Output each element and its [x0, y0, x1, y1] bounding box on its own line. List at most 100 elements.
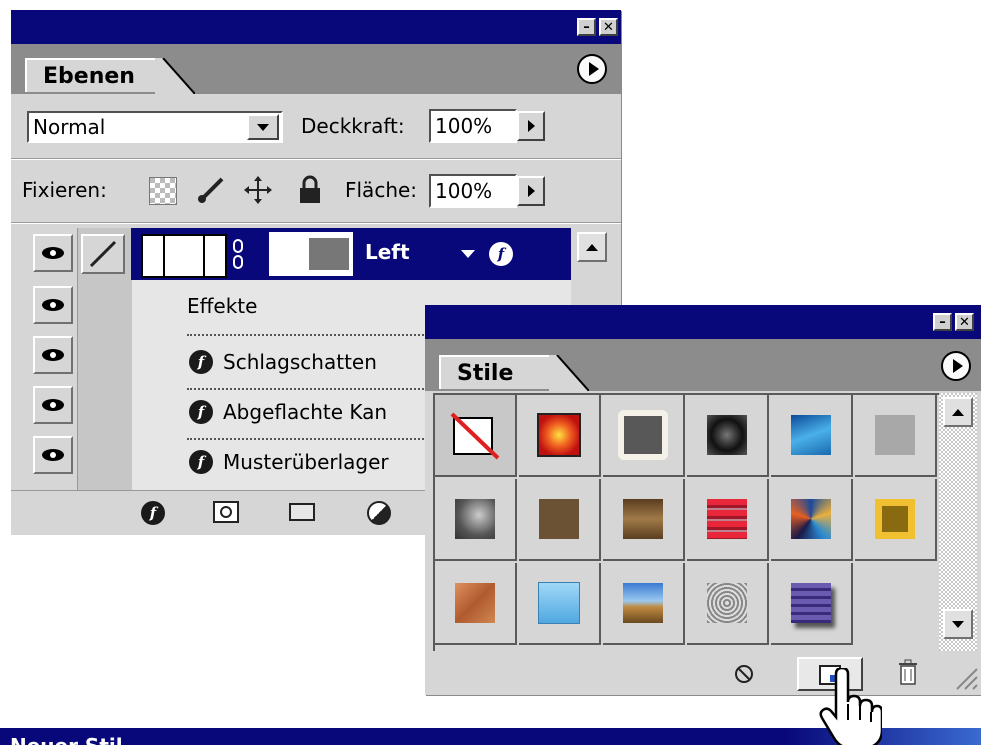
- tab-stile-label: Stile: [457, 360, 514, 386]
- blue-glass-icon: [791, 415, 831, 455]
- style-swatch[interactable]: [435, 395, 517, 477]
- chevron-down-icon: [257, 123, 269, 131]
- style-swatch[interactable]: [771, 395, 853, 477]
- style-swatch[interactable]: [771, 563, 853, 645]
- fill-label: Fläche:: [345, 178, 418, 202]
- fill-value: 100%: [435, 179, 493, 203]
- style-swatch[interactable]: [687, 563, 769, 645]
- style-swatch[interactable]: [687, 479, 769, 561]
- close-button[interactable]: ✕: [599, 18, 618, 36]
- rust-texture-icon: [455, 583, 495, 623]
- scroll-up-button[interactable]: [943, 397, 973, 427]
- clear-style-icon[interactable]: [733, 663, 755, 685]
- style-swatch[interactable]: [687, 395, 769, 477]
- close-button[interactable]: ✕: [955, 313, 974, 331]
- arrow-up-icon: [586, 243, 598, 251]
- styles-tab-strip: Stile: [425, 339, 981, 391]
- resize-grip-icon[interactable]: [953, 665, 979, 691]
- eye-icon: [42, 349, 64, 361]
- style-swatch[interactable]: [855, 479, 937, 561]
- adjustment-layer-icon[interactable]: [367, 501, 391, 525]
- crumpled-paper-icon: [707, 583, 747, 623]
- scroll-down-button[interactable]: [943, 609, 973, 639]
- style-swatch[interactable]: [435, 563, 517, 645]
- dark-chrome-icon: [707, 415, 747, 455]
- visibility-toggle[interactable]: [33, 234, 73, 272]
- style-swatch[interactable]: [603, 395, 685, 477]
- divider: [11, 222, 621, 224]
- effects-icon: f: [189, 350, 213, 374]
- style-swatch[interactable]: [435, 479, 517, 561]
- visibility-toggle[interactable]: [33, 386, 73, 424]
- tab-stile[interactable]: Stile: [439, 355, 551, 389]
- effect-row[interactable]: f Schlagschatten: [189, 350, 377, 374]
- layer-row-left[interactable]: Left f: [131, 228, 571, 280]
- effects-header: Effekte: [187, 294, 258, 318]
- opacity-slider-button[interactable]: [517, 111, 545, 141]
- styles-scrollbar[interactable]: [939, 393, 977, 651]
- effect-row[interactable]: f Abgeflachte Kan: [189, 400, 387, 424]
- hand-cursor-icon: [819, 668, 882, 745]
- none-style-icon: [450, 412, 500, 460]
- lock-icon[interactable]: [297, 175, 323, 205]
- arrow-up-icon: [952, 408, 964, 416]
- styles-title-bar[interactable]: – ✕: [425, 305, 981, 339]
- dialog-title: Neuer Stil: [10, 734, 123, 745]
- style-swatch[interactable]: [519, 563, 601, 645]
- red-glow-icon: [537, 413, 581, 457]
- minimize-button[interactable]: –: [933, 313, 952, 331]
- styles-menu-button[interactable]: [941, 351, 971, 381]
- layers-menu-button[interactable]: [577, 54, 607, 84]
- trash-icon[interactable]: [897, 659, 919, 687]
- light-gray-icon: [875, 415, 915, 455]
- lock-label: Fixieren:: [22, 178, 107, 202]
- styles-grid: [433, 393, 939, 651]
- visibility-toggle[interactable]: [33, 436, 73, 474]
- tab-ebenen[interactable]: Ebenen: [25, 58, 157, 92]
- effect-row[interactable]: f Musterüberlager: [189, 450, 389, 474]
- add-effect-icon[interactable]: f: [141, 501, 165, 525]
- effect-label: Schlagschatten: [223, 350, 377, 374]
- style-swatch[interactable]: [771, 479, 853, 561]
- effects-icon: f: [189, 400, 213, 424]
- fill-input[interactable]: 100%: [429, 174, 517, 208]
- red-stripes-icon: [707, 499, 747, 539]
- minimize-button[interactable]: –: [577, 18, 596, 36]
- empty-swatch-slot: [855, 563, 937, 645]
- gold-frame-icon: [875, 499, 915, 539]
- chain-link-icon[interactable]: [231, 238, 245, 270]
- divider: [187, 388, 447, 390]
- visibility-toggle[interactable]: [33, 336, 73, 374]
- blend-mode-select[interactable]: Normal: [27, 111, 283, 143]
- opacity-input[interactable]: 100%: [429, 109, 517, 143]
- visibility-toggle[interactable]: [33, 286, 73, 324]
- layers-title-bar[interactable]: – ✕: [11, 10, 621, 44]
- add-mask-icon[interactable]: [213, 501, 239, 523]
- tab-slope: [155, 58, 195, 94]
- light-blue-icon: [538, 582, 580, 624]
- style-swatch[interactable]: [519, 479, 601, 561]
- brush-icon[interactable]: [196, 175, 226, 205]
- chevron-down-icon[interactable]: [461, 250, 475, 258]
- arrow-down-icon: [952, 620, 964, 628]
- arrow-right-icon: [527, 185, 535, 197]
- scroll-up-button[interactable]: [577, 232, 607, 262]
- folder-icon[interactable]: [289, 503, 315, 521]
- color-swirl-icon: [791, 499, 831, 539]
- move-icon[interactable]: [243, 175, 273, 205]
- brush-icon: [89, 240, 117, 268]
- opacity-label: Deckkraft:: [301, 114, 405, 138]
- opacity-value: 100%: [435, 114, 493, 138]
- brush-toggle[interactable]: [81, 234, 125, 274]
- blend-mode-dropdown-button[interactable]: [247, 114, 279, 140]
- fill-slider-button[interactable]: [517, 176, 545, 206]
- lock-transparency-icon[interactable]: [149, 177, 177, 205]
- gray-outline-icon: [618, 410, 668, 460]
- style-swatch[interactable]: [603, 563, 685, 645]
- smoke-icon: [455, 499, 495, 539]
- style-swatch[interactable]: [855, 395, 937, 477]
- styles-panel: – ✕ Stile: [425, 305, 981, 695]
- style-swatch[interactable]: [603, 479, 685, 561]
- layer-mask-thumbnail[interactable]: [269, 232, 353, 276]
- style-swatch[interactable]: [519, 395, 601, 477]
